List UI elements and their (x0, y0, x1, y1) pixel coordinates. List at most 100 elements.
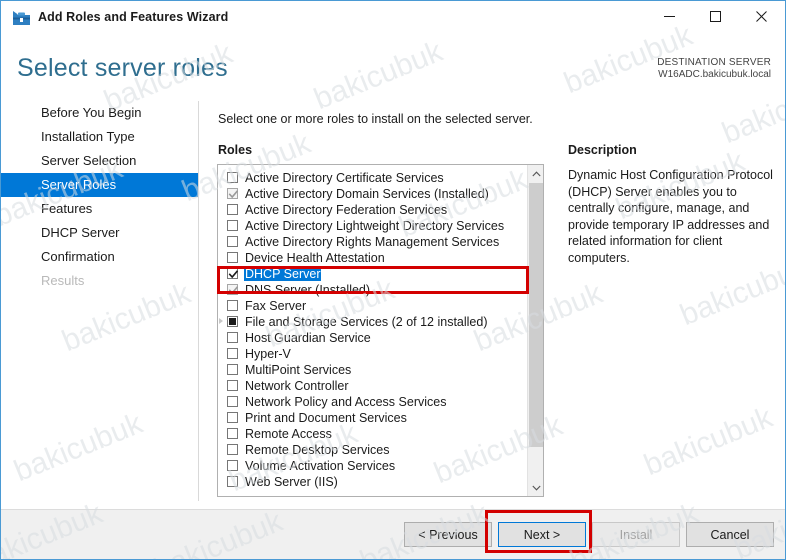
role-list-item[interactable]: File and Storage Services (2 of 12 insta… (218, 314, 526, 330)
role-list-item[interactable]: Host Guardian Service (218, 330, 526, 346)
role-checkbox[interactable] (227, 316, 238, 327)
sidebar-item-server-selection[interactable]: Server Selection (1, 149, 198, 173)
role-label: MultiPoint Services (244, 363, 352, 377)
role-list-item[interactable]: Remote Access (218, 426, 526, 442)
close-icon (756, 11, 767, 22)
role-list-item[interactable]: Network Controller (218, 378, 526, 394)
watermark: bakicubuk (310, 35, 448, 117)
role-label: Active Directory Domain Services (Instal… (244, 187, 490, 201)
role-checkbox[interactable] (227, 236, 238, 247)
role-checkbox[interactable] (227, 476, 238, 487)
role-list-item[interactable]: Active Directory Rights Management Servi… (218, 234, 526, 250)
next-button[interactable]: Next > (498, 522, 586, 547)
role-checkbox[interactable] (227, 428, 238, 439)
role-checkbox[interactable] (227, 220, 238, 231)
checkmark-icon (228, 285, 239, 296)
role-label: Device Health Attestation (244, 251, 386, 265)
sidebar-item-label: Before You Begin (41, 105, 141, 120)
watermark: bakicubuk (640, 401, 778, 483)
role-label: Remote Desktop Services (244, 443, 391, 457)
role-checkbox[interactable] (227, 268, 238, 279)
sidebar-item-label: Server Selection (41, 153, 136, 168)
watermark: bakicubuk (718, 69, 786, 151)
role-label: DNS Server (Installed) (244, 283, 371, 297)
cancel-button[interactable]: Cancel (686, 522, 774, 547)
role-list-item[interactable]: Active Directory Certificate Services (218, 170, 526, 186)
role-checkbox[interactable] (227, 332, 238, 343)
role-list-item[interactable]: Web Server (IIS) (218, 474, 526, 490)
roles-scrollbar[interactable] (527, 165, 543, 496)
roles-label: Roles (218, 143, 252, 157)
role-label: Remote Access (244, 427, 333, 441)
chevron-up-icon (532, 171, 541, 177)
scroll-up-button[interactable] (528, 165, 544, 182)
role-checkbox[interactable] (227, 460, 238, 471)
role-checkbox[interactable] (227, 252, 238, 263)
checkmark-icon (228, 269, 239, 280)
maximize-button[interactable] (692, 1, 738, 32)
description-title: Description (568, 143, 637, 157)
sidebar-item-label: Features (41, 201, 92, 216)
role-checkbox[interactable] (227, 412, 238, 423)
sidebar-item-server-roles[interactable]: Server Roles (1, 173, 198, 197)
role-label: Volume Activation Services (244, 459, 396, 473)
role-list-item[interactable]: Remote Desktop Services (218, 442, 526, 458)
role-checkbox[interactable] (227, 396, 238, 407)
roles-listbox[interactable]: Active Directory Certificate ServicesAct… (217, 164, 544, 497)
role-label: Host Guardian Service (244, 331, 372, 345)
sidebar-item-dhcp-server[interactable]: DHCP Server (1, 221, 198, 245)
scrollbar-thumb[interactable] (529, 183, 543, 447)
destination-server-name: W16ADC.bakicubuk.local (657, 69, 771, 80)
expander-arrow-icon[interactable] (219, 318, 223, 324)
role-list-item[interactable]: Fax Server (218, 298, 526, 314)
role-checkbox[interactable] (227, 444, 238, 455)
wizard-toolbox-icon (12, 10, 31, 27)
role-label: DHCP Server (244, 267, 321, 281)
partial-square-icon (229, 318, 236, 325)
destination-server-block: DESTINATION SERVER W16ADC.bakicubuk.loca… (657, 57, 771, 80)
role-list-item[interactable]: Hyper-V (218, 346, 526, 362)
role-list-item[interactable]: Active Directory Domain Services (Instal… (218, 186, 526, 202)
role-list-item[interactable]: Network Policy and Access Services (218, 394, 526, 410)
sidebar-item-features[interactable]: Features (1, 197, 198, 221)
role-list-item[interactable]: DNS Server (Installed) (218, 282, 526, 298)
role-list-item[interactable]: Active Directory Federation Services (218, 202, 526, 218)
role-list-item[interactable]: Volume Activation Services (218, 458, 526, 474)
destination-server-label: DESTINATION SERVER (657, 57, 771, 68)
role-checkbox[interactable] (227, 348, 238, 359)
install-button: Install (592, 522, 680, 547)
role-checkbox[interactable] (227, 172, 238, 183)
role-list-item[interactable]: Active Directory Lightweight Directory S… (218, 218, 526, 234)
role-label: Active Directory Lightweight Directory S… (244, 219, 505, 233)
nav-divider (198, 101, 199, 501)
close-button[interactable] (738, 1, 784, 32)
sidebar-item-confirmation[interactable]: Confirmation (1, 245, 198, 269)
role-list-item[interactable]: Print and Document Services (218, 410, 526, 426)
role-checkbox[interactable] (227, 188, 238, 199)
role-checkbox[interactable] (227, 380, 238, 391)
scroll-down-button[interactable] (528, 479, 544, 496)
role-label: Network Policy and Access Services (244, 395, 447, 409)
role-checkbox[interactable] (227, 204, 238, 215)
minimize-button[interactable] (646, 1, 692, 32)
sidebar-item-label: Results (41, 273, 84, 288)
sidebar-item-results: Results (1, 269, 198, 293)
role-label: File and Storage Services (2 of 12 insta… (244, 315, 489, 329)
sidebar-item-label: Installation Type (41, 129, 135, 144)
role-checkbox[interactable] (227, 300, 238, 311)
role-list-item[interactable]: DHCP Server (218, 266, 526, 282)
sidebar-item-installation-type[interactable]: Installation Type (1, 125, 198, 149)
role-checkbox[interactable] (227, 284, 238, 295)
watermark: bakicubuk (10, 407, 148, 489)
role-list-item[interactable]: Device Health Attestation (218, 250, 526, 266)
page-title: Select server roles (17, 54, 228, 83)
role-list-item[interactable]: MultiPoint Services (218, 362, 526, 378)
previous-button[interactable]: < Previous (404, 522, 492, 547)
role-label: Active Directory Rights Management Servi… (244, 235, 500, 249)
sidebar-item-before-you-begin[interactable]: Before You Begin (1, 101, 198, 125)
role-label: Hyper-V (244, 347, 292, 361)
role-checkbox[interactable] (227, 364, 238, 375)
roles-list: Active Directory Certificate ServicesAct… (218, 170, 526, 496)
chevron-down-icon (532, 485, 541, 491)
role-label: Active Directory Federation Services (244, 203, 448, 217)
